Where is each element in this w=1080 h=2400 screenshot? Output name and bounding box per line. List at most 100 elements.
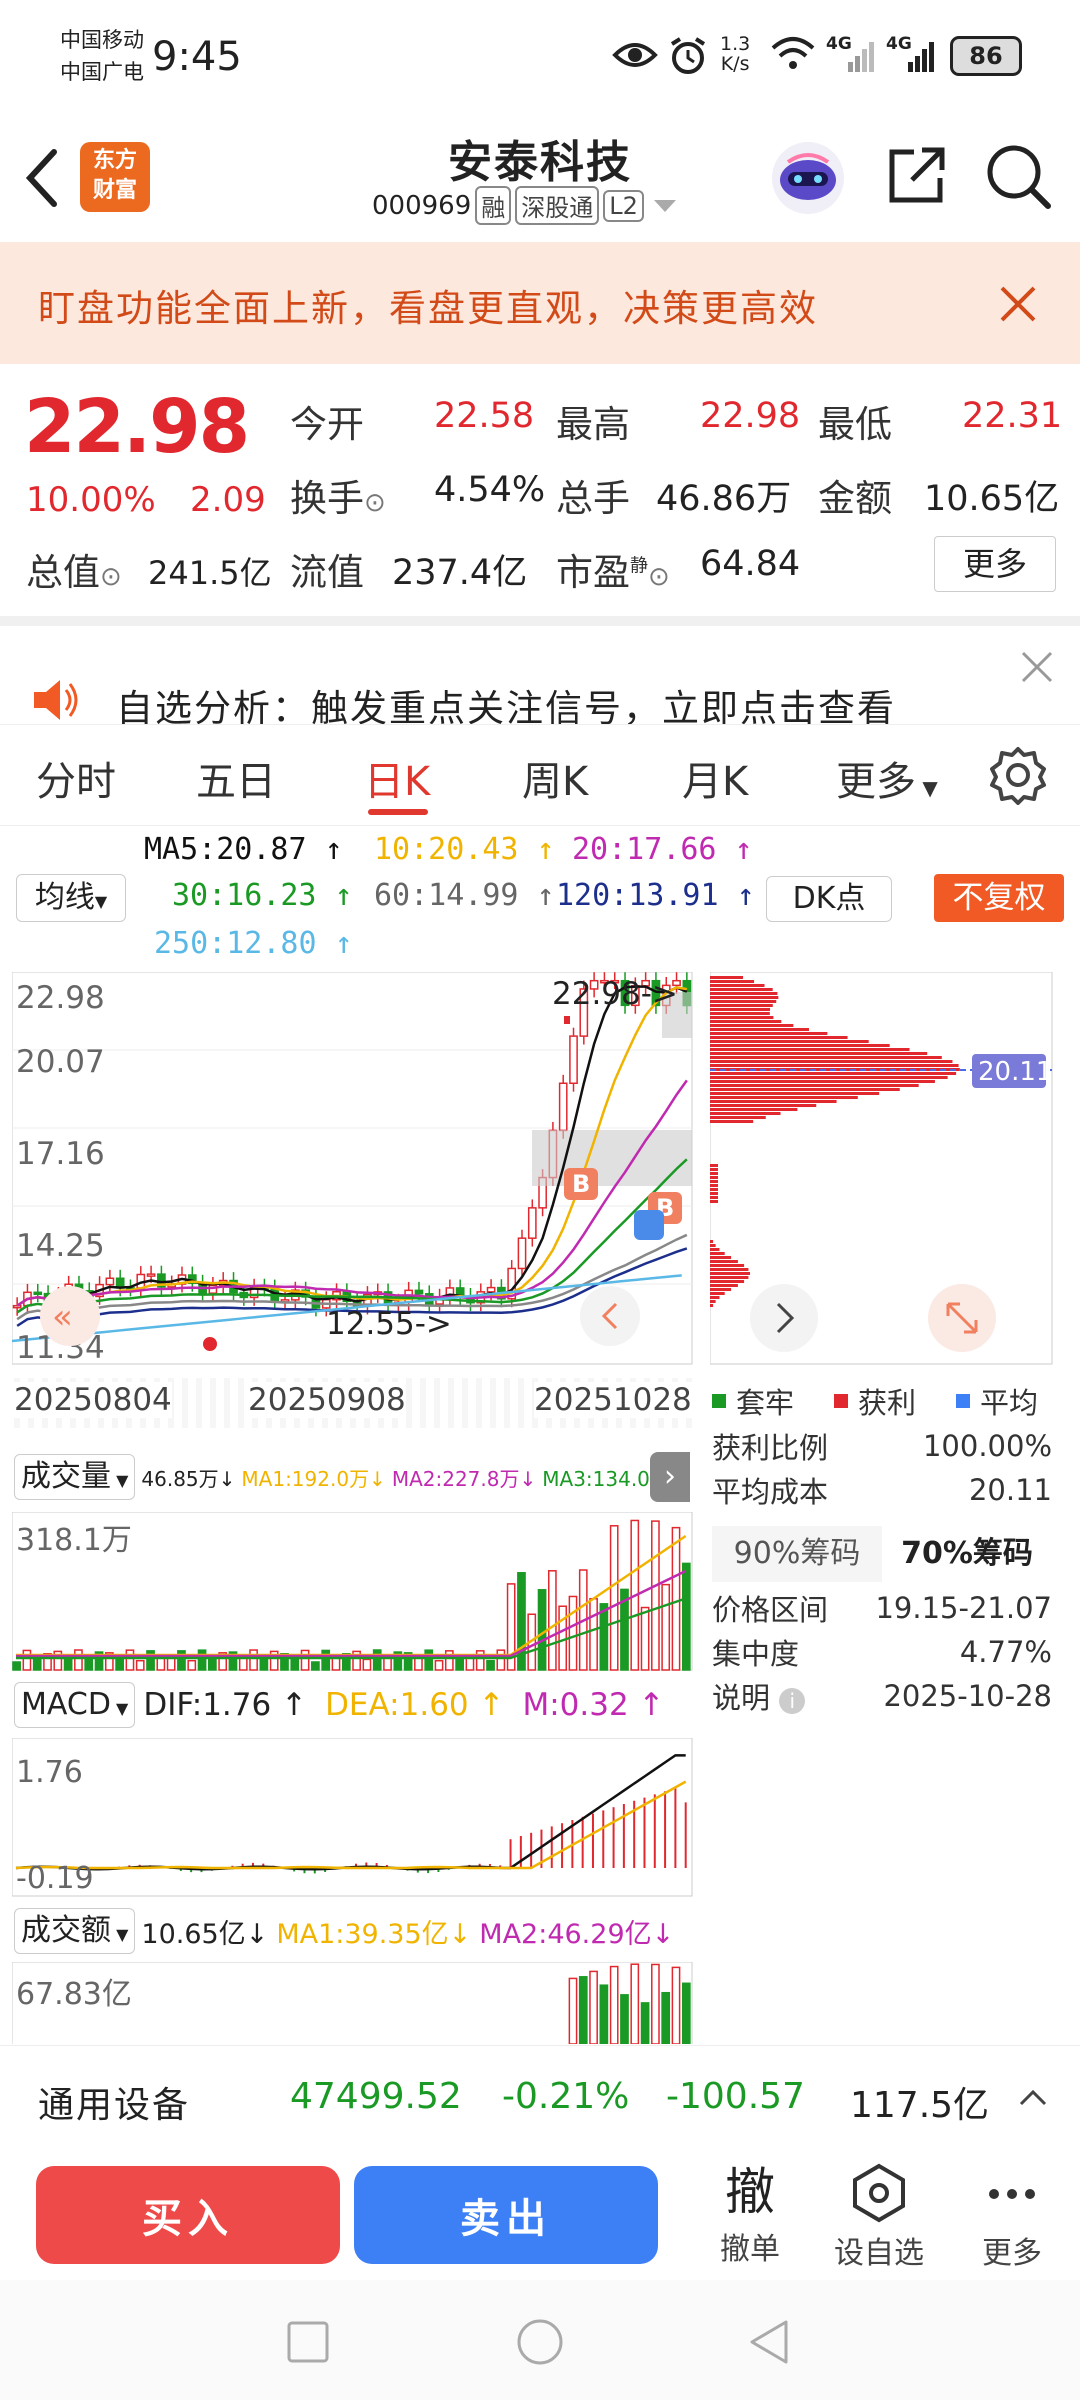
amount-label: 金额 [818, 477, 892, 520]
dk-point-select[interactable]: DK点 [766, 876, 892, 922]
amount-header: 成交额 ▼ 10.65亿↓ MA1:39.35亿↓ MA2:46.29亿↓ [14, 1906, 674, 1956]
turnover-value: 4.54% [434, 470, 546, 510]
caret-down-icon: ▼ [94, 892, 108, 911]
chip-bar [710, 1088, 900, 1091]
share-icon[interactable] [884, 142, 950, 208]
amount-ma2: MA2:46.29亿↓ [479, 1918, 675, 1950]
volume-bar [259, 1658, 269, 1671]
chip-distribution-chart[interactable]: 20.11 [710, 972, 1054, 1366]
float-value: 237.4亿 [392, 553, 528, 593]
period-tabs: 分时 五日 日K 周K 月K 更多 ▼ [0, 724, 1080, 826]
legend-avg: 平均 [980, 1386, 1039, 1420]
stock-header: 东方 财富 安泰科技 000969 融 深股通 L2 [0, 112, 1080, 242]
volume-bar [434, 1659, 444, 1671]
sector-index-bar[interactable]: 通用设备 47499.52 -0.21% -100.57 117.5亿 [0, 2045, 1080, 2146]
chip-bar [710, 1248, 720, 1251]
macd-select[interactable]: MACD ▼ [14, 1682, 136, 1728]
next-page-button[interactable] [580, 1286, 640, 1346]
macd-dif: DIF:1.76 ↑ [143, 1687, 308, 1723]
mktcap-label[interactable]: 总值⊙ [26, 542, 122, 596]
recent-apps-icon[interactable] [286, 2320, 330, 2364]
buy-marker[interactable]: B [564, 1168, 598, 1200]
stat-label[interactable]: 说明 i [712, 1675, 806, 1717]
chip-bar [710, 1032, 828, 1035]
ai-assistant-icon[interactable] [770, 140, 846, 216]
stat-row: 说明 i 2025-10-28 [712, 1674, 1052, 1718]
status-bar: 中国移动 中国广电 9:45 1.3 K/s 4G 4G 86 [0, 0, 1080, 112]
cancel-order-button[interactable]: 撤 撤单 [700, 2160, 800, 2268]
tab-weekly-k[interactable]: 周K [522, 749, 588, 807]
buy-marker-label: B [572, 1170, 590, 1198]
chip-bar [710, 1060, 953, 1063]
close-notice-icon[interactable] [1020, 650, 1054, 684]
pe-superscript: 静 [630, 555, 648, 577]
amount-bar [599, 1984, 609, 2044]
k-line-chart[interactable]: 22.98 20.07 17.16 14.25 11.34 22.98-> 12… [12, 972, 694, 1366]
turnover-label[interactable]: 换手⊙ [290, 468, 386, 522]
active-tab-indicator [368, 809, 428, 815]
tab-more[interactable]: 更多 ▼ [836, 749, 938, 807]
tab-monthly-k[interactable]: 月K [682, 749, 748, 807]
chip-bar [710, 1304, 714, 1307]
sell-marker[interactable] [634, 1210, 664, 1240]
amount-value: 10.65亿↓ [141, 1918, 269, 1950]
signal-2-icon [908, 42, 934, 72]
system-nav-bar [0, 2280, 1080, 2400]
close-icon[interactable] [998, 284, 1038, 324]
chip-bar [710, 1040, 869, 1043]
volume-bar [22, 1649, 32, 1671]
carrier-1: 中国移动 [60, 28, 144, 52]
volume-bar [135, 1659, 145, 1671]
buy-button[interactable]: 买入 [36, 2166, 340, 2264]
chip-tab-70[interactable]: 70%筹码 [882, 1526, 1052, 1582]
home-icon[interactable] [516, 2318, 564, 2366]
chip-tab-90[interactable]: 90%筹码 [712, 1526, 882, 1582]
stock-code-row[interactable]: 000969 融 深股通 L2 [372, 186, 678, 225]
volume-bar [599, 1603, 609, 1671]
chip-bar [710, 1256, 732, 1259]
more-actions-button[interactable]: 更多 [962, 2160, 1062, 2272]
caret-down-icon: ▼ [110, 1699, 129, 1718]
chip-bar [710, 1096, 858, 1099]
more-dots-icon [989, 2189, 1035, 2199]
back-icon[interactable] [746, 2318, 790, 2366]
stat-label: 获利比例 [712, 1431, 829, 1465]
add-watchlist-button[interactable]: 设自选 [824, 2160, 934, 2272]
chip-next-button[interactable] [750, 1284, 818, 1352]
notice-bar[interactable]: 自选分析：触发重点关注信号，立即点击查看 [0, 630, 1080, 730]
pe-value: 64.84 [700, 544, 801, 584]
tab-five-day[interactable]: 五日 [196, 749, 276, 807]
search-icon[interactable] [984, 142, 1054, 212]
more-quote-button[interactable]: 更多 [934, 536, 1056, 592]
volume-bar [475, 1650, 485, 1671]
expand-panel-button[interactable]: › [650, 1452, 690, 1502]
chip-bar [710, 1180, 718, 1183]
chip-bar [710, 976, 744, 979]
sell-button[interactable]: 卖出 [354, 2166, 658, 2264]
k-candle [146, 1273, 156, 1277]
promo-banner[interactable]: 盯盘功能全面上新，看盘更直观，决策更高效 [0, 242, 1080, 364]
pe-label[interactable]: 市盈静⊙ [556, 542, 670, 596]
mktcap-value: 241.5亿 [148, 554, 272, 592]
chip-bar [710, 1092, 880, 1095]
stock-code: 000969 [372, 190, 472, 221]
amount-ma1: MA1:39.35亿↓ [276, 1918, 472, 1950]
tab-daily-k[interactable]: 日K [364, 749, 430, 807]
adjust-mode-button[interactable]: 不复权 [934, 874, 1064, 922]
tab-intraday[interactable]: 分时 [36, 749, 116, 807]
chevron-up-icon[interactable] [1018, 2086, 1048, 2108]
ma-select-label: 均线 [34, 880, 95, 915]
settings-gear-icon[interactable] [988, 745, 1048, 805]
clock: 9:45 [152, 34, 242, 80]
k-candle [486, 1286, 496, 1293]
amount-select[interactable]: 成交额 ▼ [14, 1908, 136, 1954]
hexagon-icon [853, 2163, 905, 2223]
volume-bar [125, 1649, 135, 1671]
k-candle [569, 1035, 578, 1084]
divider [0, 616, 1080, 626]
volume-select[interactable]: 成交量 ▼ [14, 1454, 136, 1500]
volume-bar [238, 1657, 248, 1671]
stat-row: 平均成本 20.11 [712, 1468, 1052, 1512]
ma-legend: MA5:20.87 ↑ 10:20.43 ↑ 20:17.66 ↑ 均线▼ 30… [0, 826, 1080, 966]
ma-select[interactable]: 均线▼ [16, 874, 126, 922]
